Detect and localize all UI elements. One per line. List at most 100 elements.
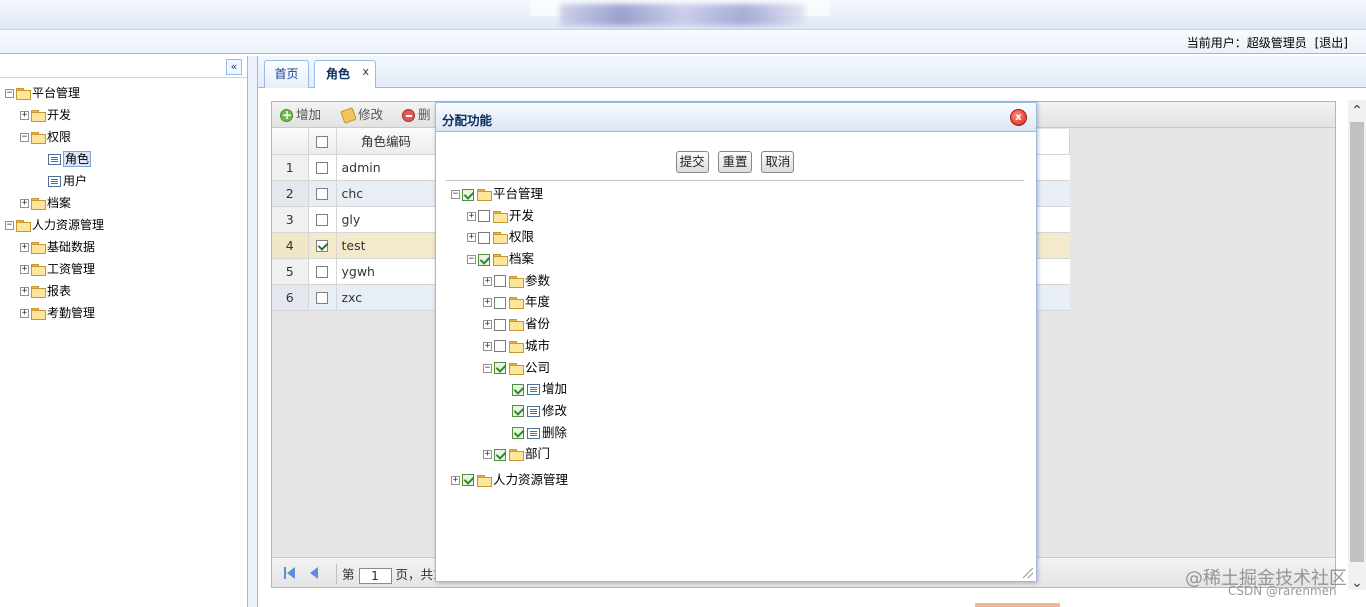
node-checkbox[interactable] xyxy=(494,340,506,353)
submit-button[interactable]: 提交 xyxy=(675,151,709,173)
collapse-double-chevron-icon[interactable]: « xyxy=(226,59,242,75)
expand-toggle-icon[interactable]: + xyxy=(483,298,492,308)
collapse-toggle-icon[interactable]: − xyxy=(467,255,476,265)
node-checkbox[interactable] xyxy=(478,210,490,223)
expand-toggle-icon[interactable]: + xyxy=(483,320,492,330)
table-row[interactable]: 6 zxc xyxy=(272,284,437,311)
edit-button[interactable]: 修改 xyxy=(340,106,383,124)
node-checkbox[interactable] xyxy=(494,362,506,374)
first-page-icon[interactable] xyxy=(287,567,295,579)
function-tree-node[interactable]: + 开发 xyxy=(451,205,1021,227)
cancel-button[interactable]: 取消 xyxy=(761,151,795,173)
nav-tree-node[interactable]: − 人力资源管理 xyxy=(5,214,247,236)
function-tree-node[interactable]: − 平台管理 xyxy=(451,183,1021,205)
expand-toggle-icon[interactable]: + xyxy=(20,309,29,318)
nav-tree-node[interactable]: − 权限 xyxy=(5,126,247,148)
page-number-input[interactable]: 1 xyxy=(358,567,392,584)
vertical-scrollbar[interactable]: ⌃ ⌄ xyxy=(1348,100,1366,592)
collapse-toggle-icon[interactable]: − xyxy=(451,190,460,199)
nav-tree-node[interactable]: + 开发 xyxy=(5,104,247,126)
function-tree-node[interactable]: + 参数 xyxy=(451,270,1021,292)
nav-tree-label: 报表 xyxy=(47,284,72,298)
node-checkbox[interactable] xyxy=(512,427,524,440)
function-tree-node[interactable]: − 档案 xyxy=(451,248,1021,270)
expand-toggle-icon[interactable]: + xyxy=(20,265,29,274)
table-row[interactable]: 4 test xyxy=(272,232,437,259)
function-tree-node[interactable]: 修改 xyxy=(451,400,1021,422)
table-row[interactable]: 3 gly xyxy=(272,206,437,233)
table-row[interactable]: 2 chc xyxy=(272,180,437,207)
table-row[interactable]: 5 ygwh xyxy=(272,258,437,285)
expand-toggle-icon[interactable]: + xyxy=(483,450,492,460)
collapse-toggle-icon[interactable]: − xyxy=(483,363,492,373)
expand-toggle-icon[interactable]: + xyxy=(483,276,492,286)
nav-tree-node[interactable]: 角色 xyxy=(5,148,247,170)
logout-link[interactable]: [退出] xyxy=(1315,36,1348,50)
dialog-close-icon[interactable]: x xyxy=(1010,109,1027,126)
add-button[interactable]: 增加 xyxy=(280,106,321,124)
function-tree-node[interactable]: 增加 xyxy=(451,378,1021,400)
reset-button[interactable]: 重置 xyxy=(718,151,752,173)
nav-tree-node[interactable]: 用户 xyxy=(5,170,247,192)
scroll-down-arrow-icon[interactable]: ⌄ xyxy=(1348,574,1366,592)
node-checkbox[interactable] xyxy=(462,474,474,487)
function-tree-node[interactable]: + 权限 xyxy=(451,226,1021,248)
row-checkbox[interactable] xyxy=(316,188,328,200)
nav-tree-node[interactable]: − 平台管理 xyxy=(5,82,247,104)
collapse-toggle-icon[interactable]: − xyxy=(5,221,14,230)
expand-toggle-icon[interactable]: + xyxy=(451,475,460,485)
delete-button[interactable]: 删 xyxy=(402,106,431,124)
prev-page-icon[interactable] xyxy=(310,567,318,579)
table-row[interactable]: 1 admin xyxy=(272,154,437,181)
scrollbar-thumb[interactable] xyxy=(1350,122,1364,562)
node-checkbox[interactable] xyxy=(494,448,506,461)
node-checkbox[interactable] xyxy=(494,318,506,331)
panel-splitter[interactable] xyxy=(248,56,258,607)
node-checkbox[interactable] xyxy=(494,275,506,288)
expand-toggle-icon[interactable]: + xyxy=(483,341,492,351)
node-checkbox[interactable] xyxy=(512,405,524,418)
row-checkbox[interactable] xyxy=(316,162,328,174)
expand-toggle-icon[interactable]: + xyxy=(20,111,29,120)
nav-tree-node[interactable]: + 档案 xyxy=(5,192,247,214)
function-tree-node[interactable]: + 城市 xyxy=(451,335,1021,357)
nav-tree-node[interactable]: + 报表 xyxy=(5,280,247,302)
tab-close-icon[interactable]: x xyxy=(362,59,369,85)
nav-tree-node[interactable]: + 工资管理 xyxy=(5,258,247,280)
add-icon xyxy=(280,106,293,124)
column-header-role-code[interactable]: 角色编码 xyxy=(336,128,437,155)
row-checkbox[interactable] xyxy=(316,266,328,278)
row-checkbox[interactable] xyxy=(316,240,328,252)
expand-toggle-icon[interactable]: + xyxy=(20,243,29,252)
nav-tree-node[interactable]: + 考勤管理 xyxy=(5,302,247,324)
row-checkbox[interactable] xyxy=(316,214,328,226)
function-tree-label: 年度 xyxy=(525,294,551,310)
expand-toggle-icon[interactable]: + xyxy=(467,211,476,221)
folder-icon xyxy=(509,319,524,332)
tab-role[interactable]: 角色 x xyxy=(314,60,376,89)
node-checkbox[interactable] xyxy=(462,188,474,201)
row-checkbox[interactable] xyxy=(316,292,328,304)
node-checkbox[interactable] xyxy=(512,383,524,396)
node-checkbox[interactable] xyxy=(478,231,490,244)
function-tree-node[interactable]: − 公司 xyxy=(451,357,1021,379)
expand-toggle-icon[interactable]: + xyxy=(467,233,476,243)
page-icon xyxy=(48,154,61,165)
assign-function-dialog: 分配功能 x 提交 重置 取消 − 平台管理 + 开发 + 权限 − 档案 + 参数 + 年度 + 省份 +… xyxy=(435,102,1037,582)
resize-grip-icon[interactable] xyxy=(1023,568,1033,578)
node-checkbox[interactable] xyxy=(494,296,506,309)
function-tree-node[interactable]: + 人力资源管理 xyxy=(451,469,1021,491)
function-tree-node[interactable]: 删除 xyxy=(451,422,1021,444)
nav-tree-node[interactable]: + 基础数据 xyxy=(5,236,247,258)
scroll-up-arrow-icon[interactable]: ⌃ xyxy=(1348,102,1366,120)
expand-toggle-icon[interactable]: + xyxy=(20,199,29,208)
node-checkbox[interactable] xyxy=(478,253,490,266)
expand-toggle-icon[interactable]: + xyxy=(20,287,29,296)
function-tree-node[interactable]: + 年度 xyxy=(451,291,1021,313)
collapse-toggle-icon[interactable]: − xyxy=(20,133,29,142)
select-all-checkbox[interactable] xyxy=(316,135,328,148)
function-tree-node[interactable]: + 部门 xyxy=(451,443,1021,465)
function-tree-node[interactable]: + 省份 xyxy=(451,313,1021,335)
tab-home[interactable]: 首页 xyxy=(264,60,309,88)
collapse-toggle-icon[interactable]: − xyxy=(5,89,14,98)
